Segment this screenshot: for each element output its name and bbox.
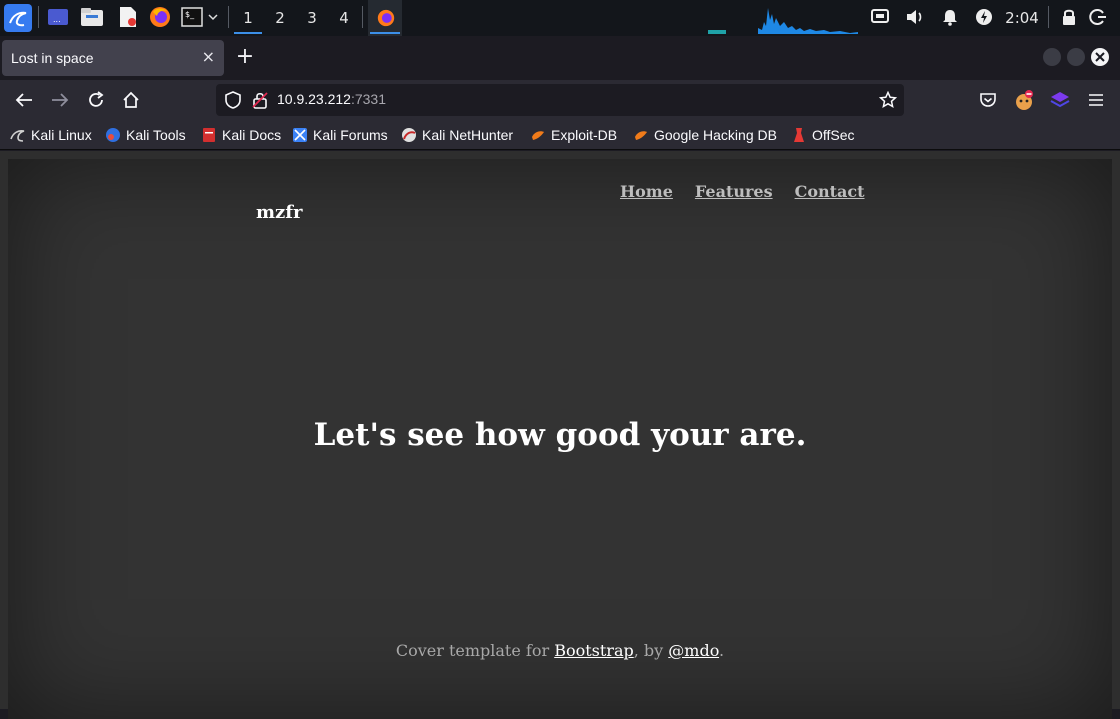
svg-text:$_: $_	[185, 10, 195, 19]
hamburger-menu-icon[interactable]	[1084, 88, 1108, 112]
url-text[interactable]: 10.9.23.212:7331	[277, 91, 386, 107]
nav-link-home[interactable]: Home	[620, 182, 673, 201]
logout-icon[interactable]	[1086, 5, 1110, 29]
page-headline: Let's see how good your are.	[313, 417, 807, 453]
kali-nethunter-icon	[401, 127, 417, 143]
taskbar-firefox-window[interactable]	[368, 0, 402, 36]
bookmark-google-hacking-db[interactable]: Google Hacking DB	[633, 126, 777, 144]
forward-button[interactable]	[48, 88, 72, 112]
reload-icon	[89, 91, 104, 107]
arrow-right-icon	[52, 93, 69, 107]
taskbar-separator	[38, 6, 39, 28]
home-icon	[123, 91, 139, 108]
home-button[interactable]	[119, 88, 143, 112]
footer-prefix: Cover template for	[395, 641, 555, 660]
workspace-3[interactable]: 3	[296, 0, 328, 36]
footer-link-bootstrap[interactable]: Bootstrap	[554, 641, 634, 660]
browser-tab[interactable]: Lost in space ×	[2, 40, 224, 76]
bookmark-kali-tools[interactable]: Kali Tools	[105, 126, 186, 144]
reload-button[interactable]	[84, 88, 108, 112]
offsec-icon	[791, 127, 807, 143]
terminal-icon[interactable]: $_	[180, 5, 204, 29]
extension-foxyproxy-icon[interactable]	[1012, 88, 1036, 112]
back-button[interactable]	[12, 88, 36, 112]
cpu-monitor-graph	[708, 8, 858, 34]
url-bar[interactable]: 10.9.23.212:7331	[216, 84, 904, 116]
minimize-window-button[interactable]	[1043, 48, 1061, 66]
kali-menu-icon[interactable]	[4, 4, 32, 32]
tab-title: Lost in space	[11, 50, 94, 66]
footer-mid: , by	[633, 641, 669, 660]
page-footer: Cover template for Bootstrap, by @mdo.	[8, 641, 1112, 660]
insecure-lock-icon[interactable]	[248, 88, 272, 112]
bookmark-kali-nethunter[interactable]: Kali NetHunter	[401, 126, 513, 144]
bookmark-offsec[interactable]: OffSec	[791, 126, 855, 144]
file-manager-icon[interactable]	[80, 5, 104, 29]
browser-navigation-bar: 10.9.23.212:7331	[0, 80, 1120, 120]
chevron-down-icon[interactable]	[204, 5, 222, 29]
firefox-icon[interactable]	[148, 5, 172, 29]
text-editor-icon[interactable]	[116, 5, 140, 29]
workspace-1[interactable]: 1	[232, 0, 264, 36]
browser-tab-strip: Lost in space × +	[0, 36, 1120, 80]
bookmark-kali-docs[interactable]: Kali Docs	[201, 126, 281, 144]
bookmark-star-icon[interactable]	[876, 88, 900, 112]
taskbar-separator	[228, 6, 229, 28]
site-brand: mzfr	[256, 202, 303, 223]
bookmark-kali-linux[interactable]: Kali Linux	[10, 126, 92, 144]
clock[interactable]: 2:04	[1002, 0, 1042, 36]
google-hacking-db-icon	[633, 127, 649, 143]
kali-docs-icon	[201, 127, 217, 143]
nav-link-features[interactable]: Features	[695, 182, 773, 201]
bookmarks-toolbar: Kali Linux Kali Tools Kali Docs Kali For…	[0, 120, 1120, 150]
cover-container: mzfr Home Features Contact Let's see how…	[8, 159, 1112, 719]
kali-tools-icon	[105, 127, 121, 143]
exploit-db-icon	[530, 127, 546, 143]
shield-icon[interactable]	[221, 88, 245, 112]
bookmark-kali-forums[interactable]: Kali Forums	[292, 126, 388, 144]
lock-icon[interactable]	[1057, 5, 1081, 29]
bookmark-exploit-db[interactable]: Exploit-DB	[530, 126, 617, 144]
nav-link-contact[interactable]: Contact	[795, 182, 865, 201]
extension-wappalyzer-icon[interactable]	[1048, 88, 1072, 112]
workspace-2[interactable]: 2	[264, 0, 296, 36]
url-host: 10.9.23.212	[277, 91, 351, 107]
new-tab-button[interactable]: +	[234, 46, 256, 69]
svg-text:...: ...	[53, 15, 61, 24]
volume-icon[interactable]	[903, 5, 927, 29]
network-icon[interactable]	[868, 5, 892, 29]
system-taskbar: ... $_ 1 2 3 4 2:04	[0, 0, 1120, 36]
taskbar-separator	[1048, 6, 1049, 28]
web-page-viewport: mzfr Home Features Contact Let's see how…	[0, 151, 1120, 719]
workspace-4[interactable]: 4	[328, 0, 360, 36]
close-tab-icon[interactable]: ×	[202, 47, 215, 66]
close-icon	[1095, 52, 1105, 62]
firefox-icon	[374, 6, 398, 30]
kali-dragon-icon	[10, 127, 26, 143]
show-desktop-icon[interactable]: ...	[46, 5, 70, 29]
maximize-window-button[interactable]	[1067, 48, 1085, 66]
footer-link-mdo[interactable]: @mdo	[668, 641, 719, 660]
power-manager-icon[interactable]	[972, 5, 996, 29]
arrow-left-icon	[15, 93, 32, 107]
taskbar-separator	[362, 6, 363, 28]
pocket-icon[interactable]	[976, 88, 1000, 112]
site-navigation: Home Features Contact	[620, 182, 865, 201]
notifications-icon[interactable]	[938, 5, 962, 29]
url-port: :7331	[350, 91, 387, 107]
footer-suffix: .	[719, 641, 725, 660]
close-window-button[interactable]	[1091, 48, 1109, 66]
kali-forums-icon	[292, 127, 308, 143]
